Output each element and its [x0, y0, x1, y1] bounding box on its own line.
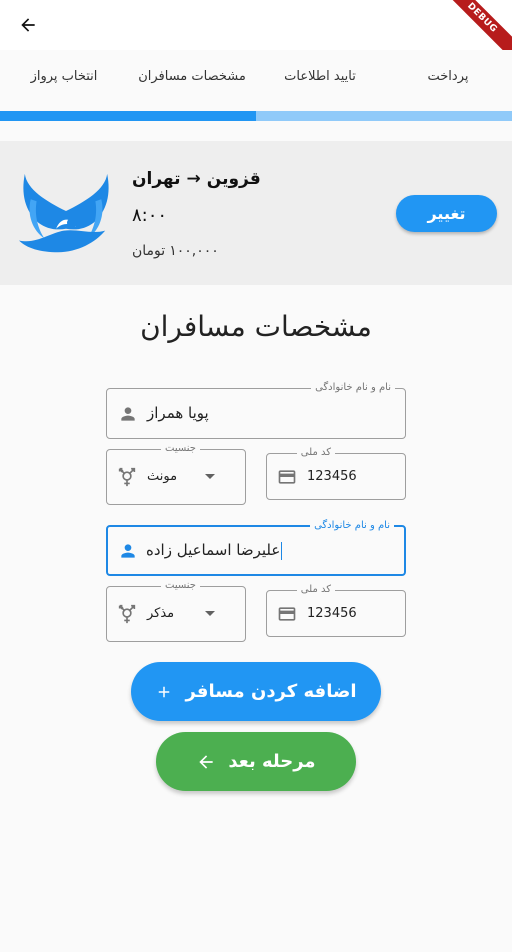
- passenger-details-title: مشخصات مسافران: [140, 310, 372, 343]
- passenger-1-gender-select[interactable]: جنسیت مونث: [106, 442, 246, 505]
- plus-icon: [159, 686, 170, 697]
- passenger-1-name-value: پویا همراز: [147, 404, 209, 422]
- price-currency: تومان: [132, 243, 166, 259]
- step-progress-bar: [0, 111, 512, 121]
- next-step-button[interactable]: مرحله بعد: [156, 732, 356, 791]
- step-passenger-details[interactable]: مشخصات مسافران: [128, 69, 256, 84]
- change-flight-button[interactable]: تغییر: [396, 195, 497, 232]
- next-step-label: مرحله بعد: [228, 751, 316, 772]
- passenger-1-national-id-field[interactable]: کد ملی 123456: [266, 446, 406, 500]
- step-tabs: پرداخت تایید اطلاعات مشخصات مسافران انتخ…: [0, 50, 512, 112]
- person-icon: [117, 403, 139, 425]
- flight-summary-card: تهران → قزوین ۸:۰۰ ۱۰۰,۰۰۰ تومان تغییر: [0, 141, 512, 285]
- flight-time: ۸:۰۰: [132, 205, 168, 226]
- person-icon: [117, 540, 139, 562]
- chevron-down-icon: [205, 611, 215, 616]
- airline-logo: [18, 173, 109, 253]
- step-select-flight[interactable]: انتخاب پرواز: [0, 69, 128, 84]
- passenger-2-national-id-label: کد ملی: [296, 583, 335, 597]
- passenger-1-name-field[interactable]: نام و نام خانوادگی پویا همراز: [106, 381, 406, 439]
- flight-price: ۱۰۰,۰۰۰ تومان: [132, 243, 219, 259]
- add-passenger-button[interactable]: اضافه کردن مسافر: [131, 662, 381, 721]
- chevron-down-icon: [205, 474, 215, 479]
- passenger-1-national-id-label: کد ملی: [296, 446, 335, 460]
- passenger-2-name-value: علیرضا اسماعیل زاده: [146, 541, 283, 560]
- origin-city: تهران: [132, 169, 181, 189]
- gender-icon: [115, 602, 139, 626]
- passenger-1-gender-value: مونث: [147, 469, 178, 484]
- back-button[interactable]: [12, 9, 44, 41]
- step-confirm-info[interactable]: تایید اطلاعات: [256, 69, 384, 84]
- passenger-2-national-id-field[interactable]: کد ملی 123456: [266, 583, 406, 637]
- passenger-1-name-label: نام و نام خانوادگی: [311, 381, 395, 395]
- passenger-2-gender-label: جنسیت: [161, 579, 200, 593]
- credit-card-icon: [276, 603, 298, 625]
- passenger-2-name-text: علیرضا اسماعیل زاده: [146, 541, 281, 559]
- step-payment[interactable]: پرداخت: [384, 69, 512, 84]
- passenger-2-name-field[interactable]: نام و نام خانوادگی علیرضا اسماعیل زاده: [106, 519, 406, 576]
- text-cursor: [281, 541, 283, 560]
- passenger-2-gender-value: مذکر: [147, 606, 175, 621]
- passenger-2-national-id-value: 123456: [307, 606, 357, 621]
- flight-route: تهران → قزوین: [132, 169, 261, 189]
- arrow-back-icon: [21, 18, 35, 32]
- route-arrow: →: [186, 169, 201, 189]
- price-amount: ۱۰۰,۰۰۰: [169, 243, 219, 259]
- passenger-1-national-id-value: 123456: [307, 469, 357, 484]
- gender-icon: [115, 465, 139, 489]
- app-bar: [0, 0, 512, 50]
- step-progress-fill: [0, 111, 256, 121]
- arrow-left-icon: [199, 754, 214, 769]
- passenger-2-gender-select[interactable]: جنسیت مذکر: [106, 579, 246, 642]
- passenger-1-gender-label: جنسیت: [161, 442, 200, 456]
- destination-city: قزوین: [206, 169, 261, 189]
- passenger-2-name-label: نام و نام خانوادگی: [310, 519, 394, 533]
- credit-card-icon: [276, 466, 298, 488]
- add-passenger-label: اضافه کردن مسافر: [185, 681, 357, 702]
